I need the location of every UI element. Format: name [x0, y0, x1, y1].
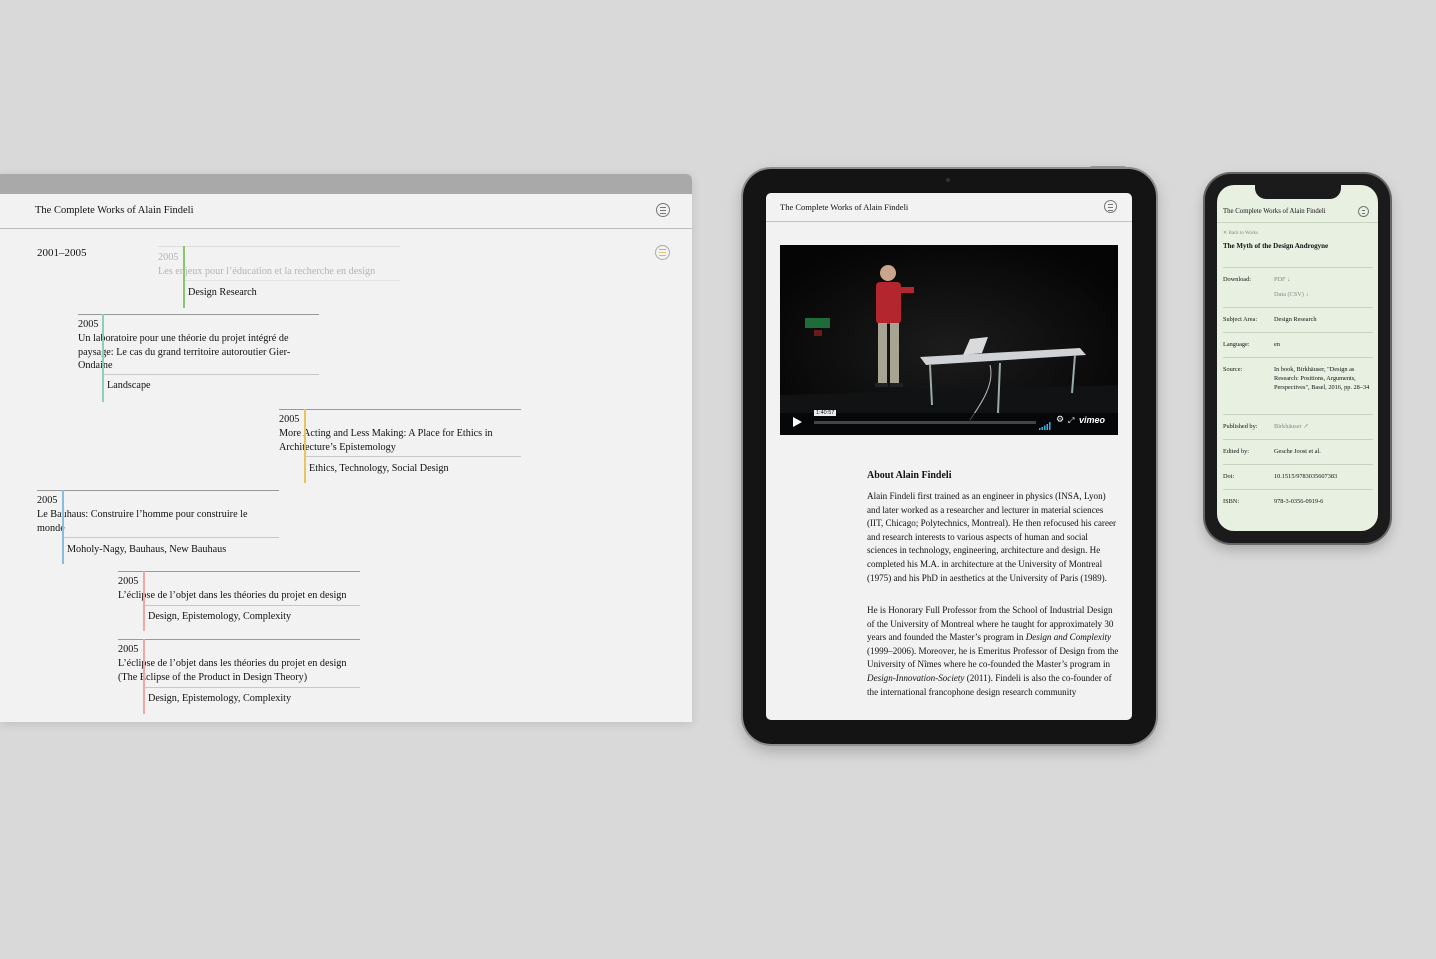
work-title: The Myth of the Design Androgyne	[1223, 242, 1329, 250]
download-icon: ↓	[1287, 276, 1291, 283]
external-link-icon: ↗	[1303, 423, 1309, 430]
category-color-bar	[102, 314, 104, 402]
about-paragraph-2: He is Honorary Full Professor from the S…	[867, 605, 1119, 697]
timeline-entry[interactable]: 2005 Les enjeux pour l’éducation et la r…	[158, 246, 400, 308]
entry-year: 2005	[118, 644, 139, 655]
entry-tags[interactable]: Design, Epistemology, Complexity	[148, 610, 291, 624]
timeline-entry[interactable]: 2005 Le Bauhaus: Construire l’homme pour…	[37, 490, 279, 564]
menu-icon[interactable]	[1358, 206, 1369, 217]
entry-year: 2005	[158, 252, 179, 263]
entry-divider	[118, 571, 360, 572]
entry-divider	[37, 490, 279, 491]
video-player[interactable]: 1:40:57 ⚙ ⤢ vimeo	[780, 245, 1118, 435]
entry-divider	[118, 639, 360, 640]
timeline-range-label: 2001–2005	[37, 247, 87, 259]
timeline-entry[interactable]: 2005 More Acting and Less Making: A Plac…	[279, 409, 521, 483]
entry-tags[interactable]: Ethics, Technology, Social Design	[309, 462, 449, 476]
category-color-bar	[62, 490, 64, 564]
vimeo-logo[interactable]: vimeo	[1079, 415, 1105, 425]
video-progress-bar[interactable]	[814, 421, 1036, 424]
download-icon: ↓	[1305, 291, 1309, 298]
entry-tags[interactable]: Design, Epistemology, Complexity	[148, 692, 291, 706]
entry-title[interactable]: Un laboratoire pour une théorie du proje…	[78, 332, 308, 373]
category-color-bar	[143, 571, 145, 631]
tablet-screen: The Complete Works of Alain Findeli 1:40…	[766, 193, 1132, 720]
site-header: The Complete Works of Alain Findeli	[766, 193, 1132, 222]
volume-icon[interactable]	[1039, 417, 1051, 430]
entry-year: 2005	[78, 319, 99, 330]
entry-title[interactable]: Les enjeux pour l’éducation et la recher…	[158, 265, 375, 279]
site-header: The Complete Works of Alain Findeli	[0, 194, 692, 229]
phone-screen: The Complete Works of Alain Findeli ✕ Ba…	[1217, 185, 1378, 531]
site-title[interactable]: The Complete Works of Alain Findeli	[1223, 208, 1326, 215]
entry-tags[interactable]: Design Research	[188, 286, 257, 300]
entry-title[interactable]: L’éclipse de l’objet dans les théories d…	[118, 657, 360, 684]
camera-icon	[946, 178, 950, 182]
entry-divider	[78, 314, 319, 315]
entry-year: 2005	[118, 576, 139, 587]
video-timecode: 1:40:57	[814, 410, 837, 416]
entry-tags[interactable]: Moholy-Nagy, Bauhaus, New Bauhaus	[67, 543, 226, 557]
site-title[interactable]: The Complete Works of Alain Findeli	[35, 205, 193, 216]
play-icon[interactable]	[788, 415, 805, 429]
menu-icon[interactable]	[656, 203, 670, 217]
laptop-window: The Complete Works of Alain Findeli 2001…	[0, 174, 692, 722]
entry-title[interactable]: Le Bauhaus: Construire l’homme pour cons…	[37, 508, 269, 535]
settings-icon[interactable]: ⚙	[1056, 415, 1064, 425]
menu-icon[interactable]	[1104, 200, 1117, 213]
entry-year: 2005	[279, 414, 300, 425]
csv-download-link[interactable]: Data (CSV) ↓	[1274, 291, 1374, 300]
entry-divider	[158, 246, 400, 247]
entry-tags[interactable]: Landscape	[107, 379, 151, 393]
site-title[interactable]: The Complete Works of Alain Findeli	[780, 202, 908, 212]
timeline-entry[interactable]: 2005 Un laboratoire pour une théorie du …	[78, 314, 319, 402]
fullscreen-icon[interactable]: ⤢	[1068, 416, 1074, 426]
entry-title[interactable]: L’éclipse de l’objet dans les théories d…	[118, 589, 358, 603]
filter-menu-icon[interactable]	[655, 245, 670, 260]
entry-year: 2005	[37, 495, 58, 506]
about-paragraph-1: Alain Findeli first trained as an engine…	[867, 491, 1117, 583]
category-color-bar	[143, 639, 145, 714]
phone-notch	[1255, 181, 1341, 199]
pdf-download-link[interactable]: PDF ↓	[1274, 276, 1374, 285]
timeline-entry[interactable]: 2005 L’éclipse de l’objet dans les théor…	[118, 639, 360, 714]
subject-area-value[interactable]: Design Research	[1274, 316, 1374, 325]
about-heading: About Alain Findeli	[867, 470, 952, 481]
video-frame	[780, 245, 1118, 435]
publisher-link[interactable]: Birkhäuser ↗	[1274, 423, 1374, 432]
back-to-works-link[interactable]: ✕ Back to Works	[1223, 230, 1258, 236]
category-color-bar	[183, 246, 185, 308]
timeline-entry[interactable]: 2005 L’éclipse de l’objet dans les théor…	[118, 571, 360, 631]
window-titlebar	[0, 174, 692, 194]
category-color-bar	[304, 409, 306, 483]
entry-title[interactable]: More Acting and Less Making: A Place for…	[279, 427, 514, 454]
entry-divider	[279, 409, 521, 410]
